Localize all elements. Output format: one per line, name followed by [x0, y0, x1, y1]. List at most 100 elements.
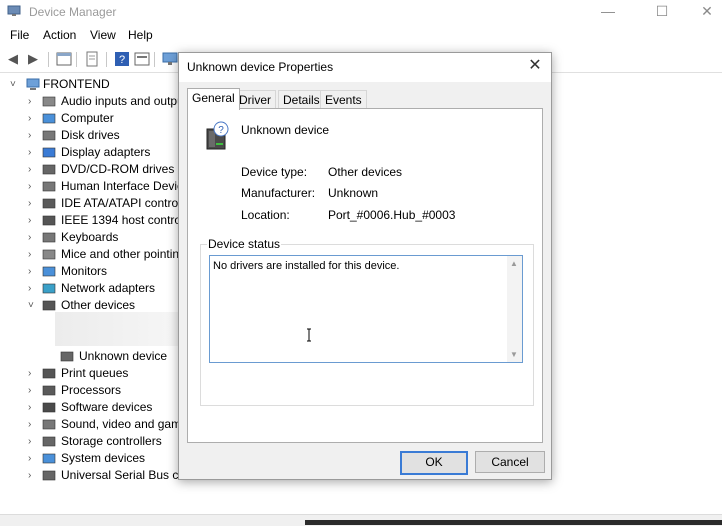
taskbar-edge [305, 520, 722, 525]
tree-item-label: Unknown device [79, 349, 168, 363]
software-icon [42, 402, 56, 413]
page-icon[interactable] [84, 51, 100, 67]
tab-details[interactable]: Details [278, 90, 325, 109]
properties-grid-icon[interactable] [56, 51, 72, 67]
menu-action[interactable]: Action [43, 28, 76, 42]
scroll-down-icon[interactable]: ▼ [510, 350, 518, 359]
device-status-text: No drivers are installed for this device… [213, 260, 400, 272]
monitor-icon [42, 266, 56, 277]
chevron-right-icon[interactable]: › [28, 399, 38, 416]
sound-icon [42, 419, 56, 430]
menu-view[interactable]: View [90, 28, 116, 42]
tab-general[interactable]: General [187, 88, 240, 110]
tree-item-label: Network adapters [61, 281, 156, 295]
display-icon [42, 147, 56, 158]
chevron-right-icon[interactable]: › [28, 263, 38, 280]
tab-driver[interactable]: Driver [234, 90, 276, 109]
network-icon [42, 283, 56, 294]
toolbar-separator [76, 52, 77, 67]
ieee-icon [42, 215, 56, 226]
chevron-right-icon[interactable]: › [28, 365, 38, 382]
chevron-right-icon[interactable]: › [28, 246, 38, 263]
device-name: Unknown device [241, 123, 330, 137]
title-bar: Device Manager — ☐ ✕ [0, 0, 722, 24]
tree-item-label: Audio inputs and outputs [61, 94, 194, 108]
storage-icon [42, 436, 56, 447]
properties-dialog: Unknown device Properties ✕ General Driv… [178, 52, 552, 480]
close-window-button[interactable]: ✕ [684, 0, 722, 24]
toolbar-separator [48, 52, 49, 67]
ok-button[interactable]: OK [400, 451, 468, 475]
maximize-button[interactable]: ☐ [639, 0, 685, 24]
help-icon[interactable]: ? [114, 51, 130, 67]
chevron-right-icon[interactable]: › [28, 280, 38, 297]
computer-root-icon [26, 78, 40, 90]
tree-item-label: Print queues [61, 366, 129, 380]
chevron-right-icon[interactable]: › [28, 467, 38, 484]
ide-icon [42, 198, 56, 209]
tab-events[interactable]: Events [320, 90, 367, 109]
dvd-icon [42, 164, 56, 175]
disk-icon [42, 130, 56, 141]
back-arrow-icon[interactable]: ◀ [8, 51, 24, 67]
chevron-down-icon[interactable]: ˅ [10, 76, 20, 93]
scroll-up-icon[interactable]: ▲ [510, 259, 518, 268]
dialog-close-button[interactable]: ✕ [525, 56, 545, 76]
device-tree: ˅ FRONTEND › Audio inputs and outputs › Compu… [0, 74, 246, 514]
chevron-right-icon[interactable]: › [28, 93, 38, 110]
cpu-icon [42, 385, 56, 396]
mouse-icon [42, 249, 56, 260]
window-title: Device Manager [29, 5, 117, 19]
device-status-textbox[interactable]: No drivers are installed for this device… [209, 255, 523, 363]
tree-root-label: FRONTEND [43, 77, 110, 91]
chevron-right-icon[interactable]: › [28, 110, 38, 127]
chevron-right-icon[interactable]: › [28, 212, 38, 229]
tree-item-label: Software devices [61, 400, 153, 414]
blurred-region [55, 312, 181, 346]
chevron-right-icon[interactable]: › [28, 433, 38, 450]
chevron-down-icon[interactable]: ˅ [28, 297, 38, 314]
chevron-right-icon[interactable]: › [28, 144, 38, 161]
chevron-right-icon[interactable]: › [28, 450, 38, 467]
computer-icon [42, 113, 56, 124]
chevron-right-icon[interactable]: › [28, 416, 38, 433]
toolbar-separator [154, 52, 155, 67]
keyboard-icon [42, 232, 56, 243]
menu-file[interactable]: File [10, 28, 29, 42]
device-type-label: Device type: [241, 165, 308, 179]
tree-item-label: Keyboards [61, 230, 119, 244]
dialog-title-bar: Unknown device Properties ✕ [179, 53, 551, 82]
chevron-right-icon[interactable]: › [28, 382, 38, 399]
dialog-title: Unknown device Properties [187, 60, 334, 74]
minimize-button[interactable]: — [585, 0, 631, 24]
device-manager-icon [7, 5, 21, 16]
monitor-scan-icon[interactable] [162, 51, 178, 67]
tree-item-label: Processors [61, 383, 122, 397]
chevron-right-icon[interactable]: › [28, 178, 38, 195]
unknown-device-icon: ? [206, 121, 229, 150]
chevron-right-icon[interactable]: › [28, 127, 38, 144]
tree-item-label: Computer [61, 111, 114, 125]
tree-item-label: System devices [61, 451, 146, 465]
device-status-legend: Device status [207, 237, 282, 251]
manufacturer-value: Unknown [328, 186, 379, 200]
chevron-right-icon[interactable]: › [28, 195, 38, 212]
chevron-right-icon[interactable]: › [28, 161, 38, 178]
tree-item-label: Display adapters [61, 145, 151, 159]
svg-text:?: ? [119, 54, 125, 66]
toolbar-separator [106, 52, 107, 67]
status-scrollbar[interactable]: ▲ ▼ [507, 256, 522, 362]
device-status-group: Device status No drivers are installed f… [200, 237, 534, 406]
text-cursor-icon [307, 328, 311, 342]
tab-strip: General Driver Details Events [187, 88, 547, 110]
device-type-value: Other devices [328, 165, 403, 179]
other-devices-icon [42, 300, 56, 311]
chevron-right-icon[interactable]: › [28, 229, 38, 246]
cancel-button[interactable]: Cancel [475, 451, 545, 473]
update-driver-icon[interactable] [134, 51, 150, 67]
menu-help[interactable]: Help [128, 28, 153, 42]
tree-item-label: DVD/CD-ROM drives [61, 162, 175, 176]
unknown-device-icon [60, 351, 74, 362]
forward-arrow-icon[interactable]: ▶ [28, 51, 44, 67]
tree-item-label: Disk drives [61, 128, 120, 142]
